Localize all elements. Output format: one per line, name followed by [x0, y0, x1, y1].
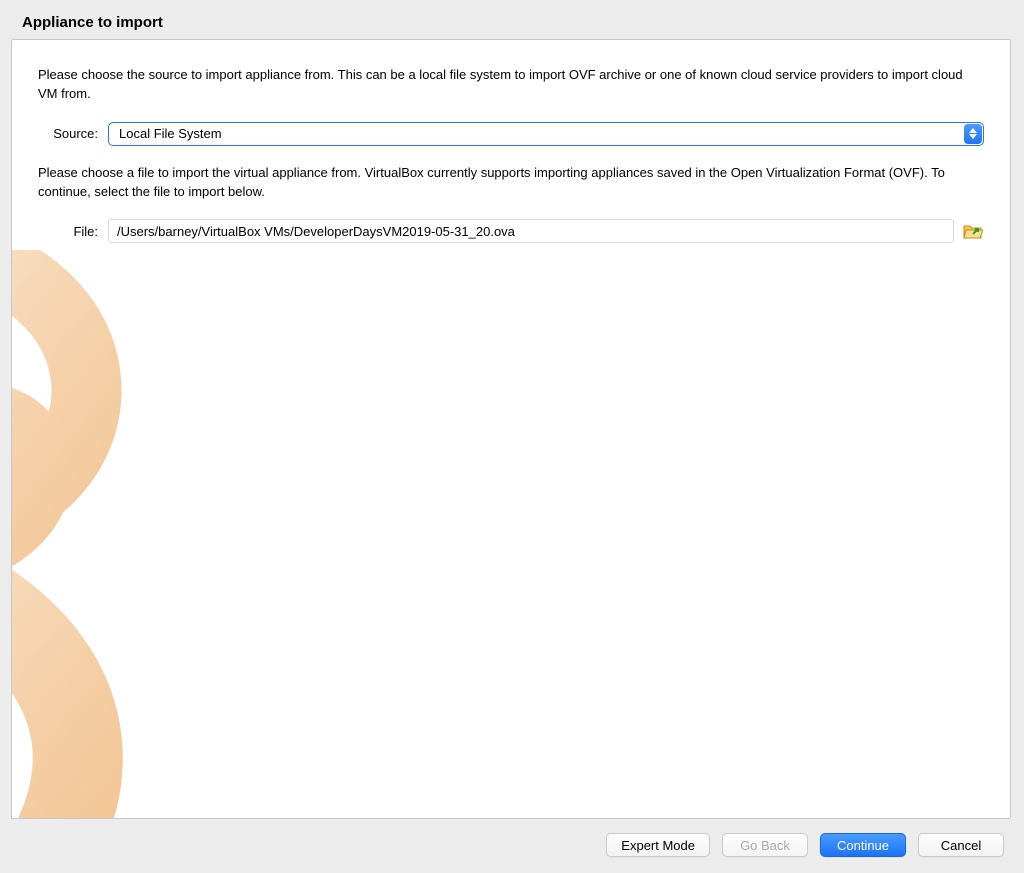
file-row: File: /Users/barney/VirtualBox VMs/Devel…	[38, 219, 984, 243]
source-row: Source: Local File System	[38, 122, 984, 146]
continue-button[interactable]: Continue	[820, 833, 906, 857]
file-path-input[interactable]: /Users/barney/VirtualBox VMs/DeveloperDa…	[108, 219, 954, 243]
expert-mode-button[interactable]: Expert Mode	[606, 833, 710, 857]
browse-button[interactable]	[962, 221, 984, 241]
background-ornament	[11, 250, 222, 819]
button-bar: Expert Mode Go Back Continue Cancel	[606, 833, 1004, 857]
source-value: Local File System	[119, 126, 222, 141]
page-title: Appliance to import	[0, 0, 1024, 39]
source-label: Source:	[38, 126, 108, 141]
go-back-button: Go Back	[722, 833, 808, 857]
cancel-button[interactable]: Cancel	[918, 833, 1004, 857]
file-label: File:	[38, 224, 108, 239]
source-select[interactable]: Local File System	[108, 122, 984, 146]
intro-text: Please choose the source to import appli…	[38, 66, 984, 104]
import-panel: Please choose the source to import appli…	[11, 39, 1011, 819]
folder-open-icon	[963, 222, 983, 240]
file-path-value: /Users/barney/VirtualBox VMs/DeveloperDa…	[117, 224, 515, 239]
file-intro-text: Please choose a file to import the virtu…	[38, 164, 984, 202]
dropdown-arrows-icon	[964, 124, 982, 144]
